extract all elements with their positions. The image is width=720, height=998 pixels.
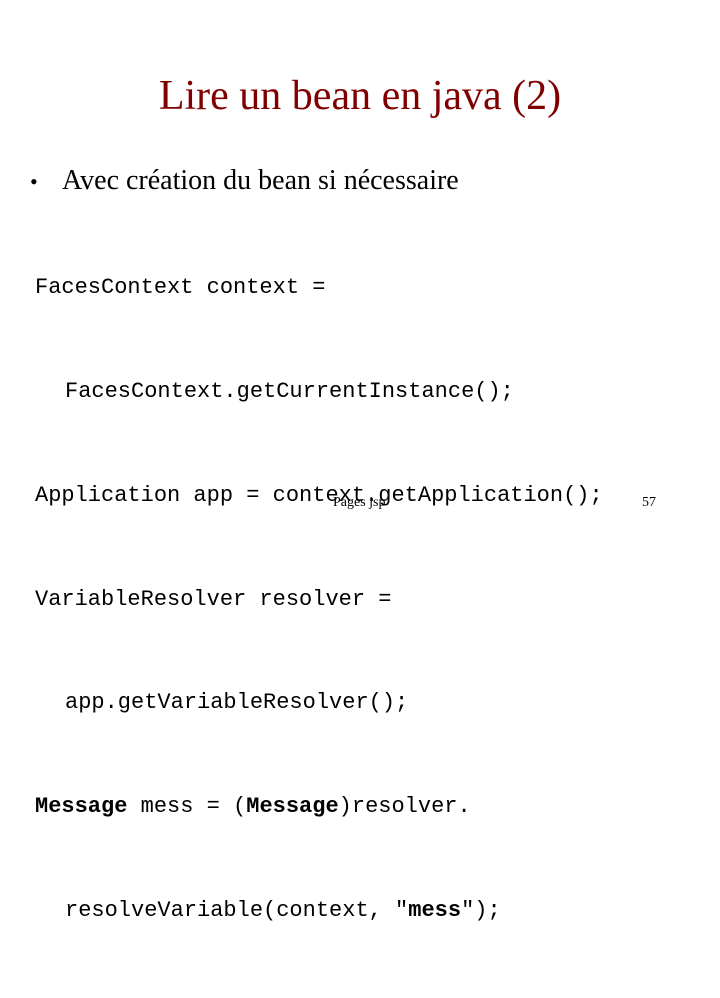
code-text: resolveVariable(context, " <box>65 897 409 923</box>
code-line-1: FacesContext context = <box>35 275 326 301</box>
slide: Lire un bean en java (2) • Avec création … <box>0 0 720 923</box>
footer-text: Pages jsp <box>333 495 386 510</box>
code-text: mess = ( <box>127 794 247 820</box>
code-block: FacesContext context = FacesContext.getC… <box>35 202 603 998</box>
code-keyword-message: Message <box>35 794 128 820</box>
bullet-dot-icon: • <box>30 169 38 194</box>
bullet-item: • Avec création du bean si nécessaire <box>30 162 459 201</box>
slide-title: Lire un bean en java (2) <box>158 73 562 119</box>
page-number: 57 <box>642 495 656 510</box>
code-string-mess: mess <box>408 897 462 923</box>
code-line-2: FacesContext.getCurrentInstance(); <box>65 378 514 404</box>
code-line-7: resolveVariable(context, "mess"); <box>35 894 603 929</box>
code-text: "); <box>461 897 501 923</box>
code-keyword-message-cast: Message <box>246 794 339 820</box>
code-line-6: Message mess = (Message)resolver. <box>35 790 603 825</box>
code-line-3: Application app = context.getApplication… <box>35 482 603 508</box>
code-line-5: app.getVariableResolver(); <box>65 690 409 716</box>
code-text: )resolver. <box>338 794 471 820</box>
code-line-4: VariableResolver resolver = <box>35 586 392 612</box>
bullet-text: Avec création du bean si nécessaire <box>62 165 459 196</box>
